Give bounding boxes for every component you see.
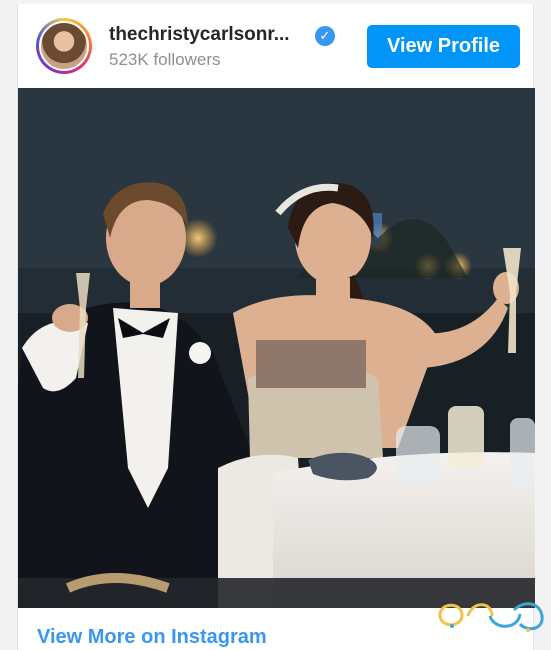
wedding-photo-illustration <box>18 88 535 608</box>
follower-count: 523K followers <box>109 50 221 69</box>
post-header: thechristycarlsonr... ✓ 523K followers V… <box>18 4 535 88</box>
profile-username[interactable]: thechristycarlsonr... <box>109 24 290 46</box>
view-profile-button[interactable]: View Profile <box>367 25 520 68</box>
verified-badge-icon: ✓ <box>315 26 335 46</box>
instagram-embed-card: thechristycarlsonr... ✓ 523K followers V… <box>17 4 544 650</box>
profile-avatar[interactable] <box>36 18 92 74</box>
site-logo-watermark-icon <box>438 602 544 632</box>
avatar-image <box>39 21 89 71</box>
view-more-on-instagram-link[interactable]: View More on Instagram <box>37 626 267 649</box>
post-photo[interactable] <box>18 88 535 608</box>
